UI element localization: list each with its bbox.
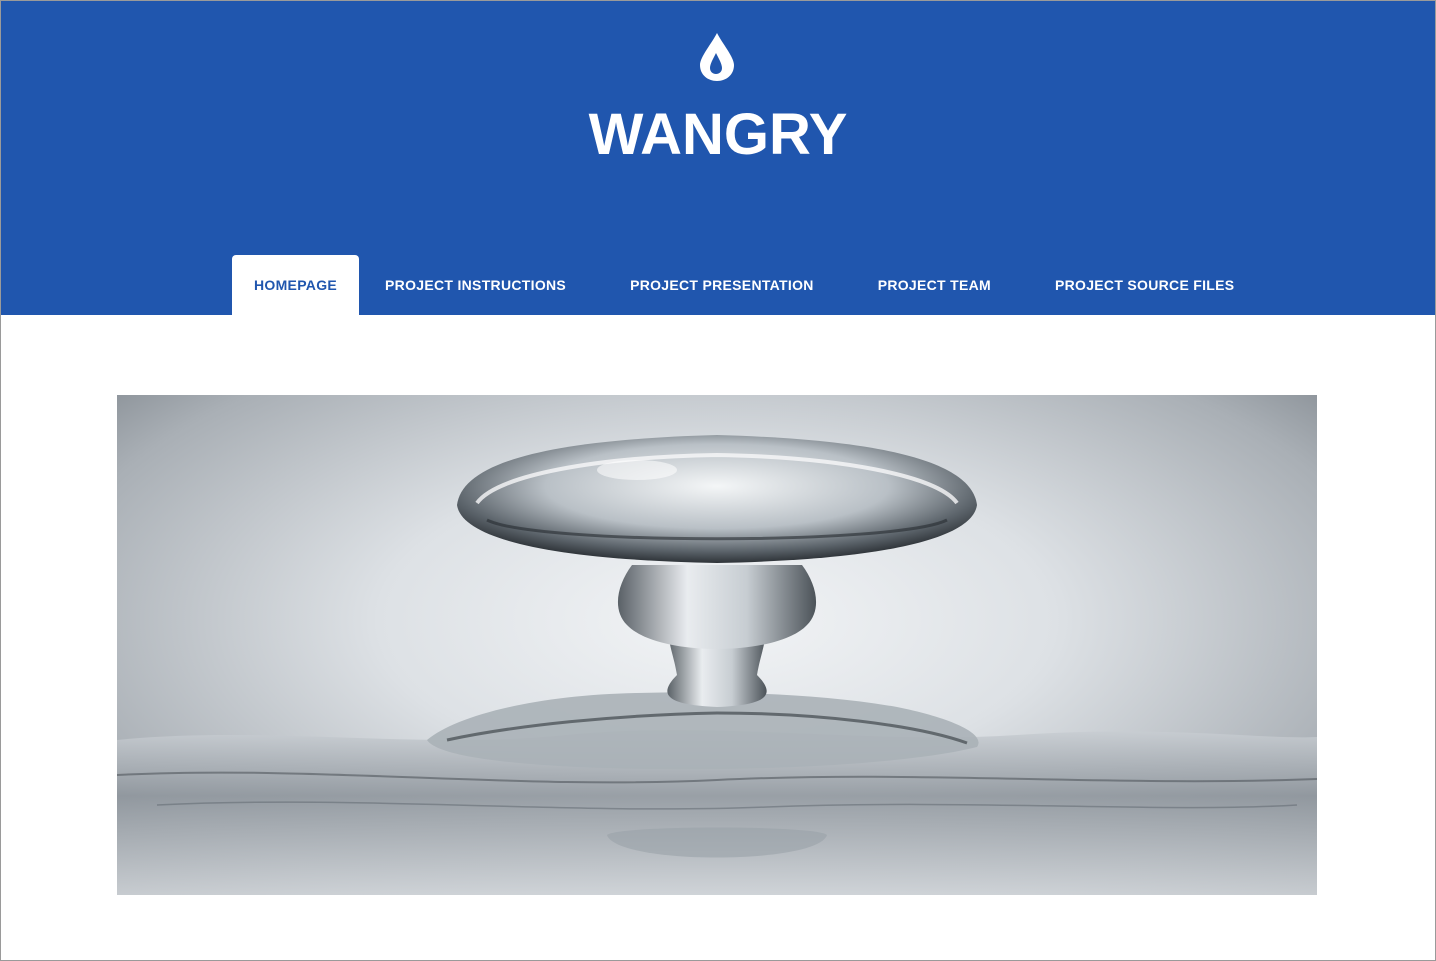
water-splash-image	[117, 435, 1317, 895]
nav-item-project-source-files[interactable]: PROJECT SOURCE FILES	[1033, 255, 1256, 315]
main-nav: HOMEPAGE PROJECT INSTRUCTIONS PROJECT PR…	[232, 255, 1260, 315]
nav-item-project-instructions[interactable]: PROJECT INSTRUCTIONS	[363, 255, 588, 315]
site-title: WANGRY	[588, 102, 848, 167]
page: WANGRY HOMEPAGE PROJECT INSTRUCTIONS PRO…	[0, 0, 1436, 961]
nav-item-project-team[interactable]: PROJECT TEAM	[856, 255, 1013, 315]
site-header: WANGRY HOMEPAGE PROJECT INSTRUCTIONS PRO…	[1, 1, 1435, 315]
nav-item-homepage[interactable]: HOMEPAGE	[232, 255, 360, 315]
nav-item-project-presentation[interactable]: PROJECT PRESENTATION	[608, 255, 836, 315]
water-drop-icon	[700, 33, 734, 81]
hero-image	[117, 395, 1317, 895]
